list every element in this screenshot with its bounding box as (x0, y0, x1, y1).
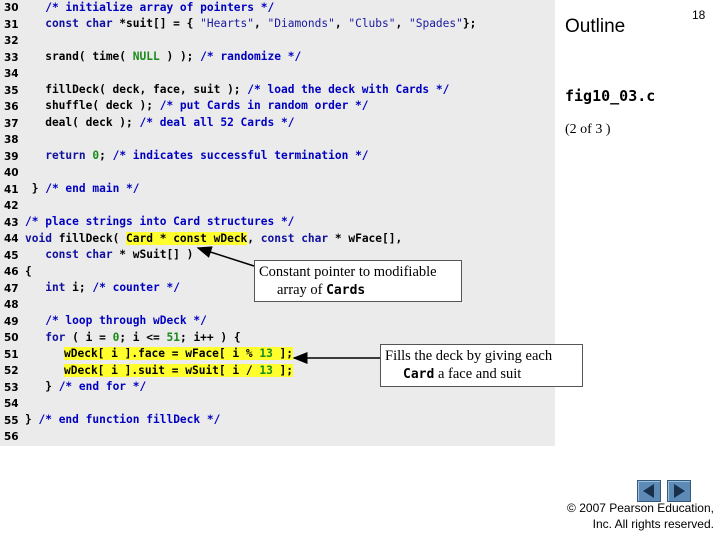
triangle-right-icon (674, 484, 685, 498)
pointer-arrow (196, 246, 255, 267)
copyright-line: © 2007 Pearson Education, (567, 501, 714, 515)
triangle-left-icon (643, 484, 654, 498)
next-slide-button[interactable] (667, 480, 691, 502)
copyright-line: Inc. All rights reserved. (592, 517, 714, 531)
callout-arrows (196, 246, 380, 364)
previous-slide-button[interactable] (637, 480, 661, 502)
copyright-notice: © 2007 Pearson Education, Inc. All right… (567, 500, 714, 532)
